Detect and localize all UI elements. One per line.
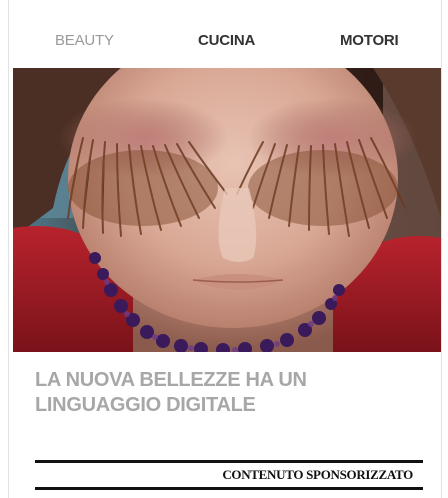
tab-cucina[interactable]: CUCINA	[198, 30, 255, 52]
tab-motori[interactable]: MOTORI	[340, 30, 399, 52]
category-tabs: BEAUTY CUCINA MOTORI	[9, 0, 441, 68]
content-widget: BEAUTY CUCINA MOTORI LA NUOVA BELLEZZE H…	[8, 0, 442, 498]
divider-bottom	[35, 487, 423, 490]
article-image[interactable]	[13, 68, 441, 352]
active-tab-indicator	[77, 61, 91, 68]
article-headline[interactable]: LA NUOVA BELLEZZE HA UN LINGUAGGIO DIGIT…	[35, 368, 415, 418]
divider-top	[35, 460, 423, 463]
sponsored-label: CONTENUTO SPONSORIZZATO	[222, 467, 413, 482]
tab-beauty[interactable]: BEAUTY	[55, 30, 114, 52]
